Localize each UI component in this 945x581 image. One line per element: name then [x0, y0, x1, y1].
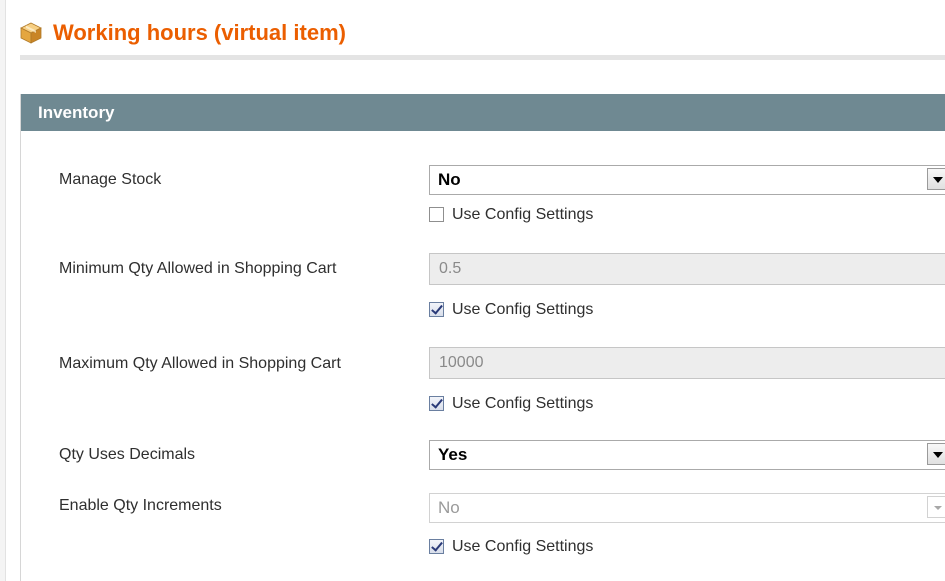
min-qty-input[interactable]: 0.5: [429, 253, 945, 285]
qty-increments-value: No: [438, 498, 460, 517]
max-qty-use-config-checkbox[interactable]: [429, 396, 444, 411]
max-qty-input[interactable]: 10000: [429, 347, 945, 379]
left-edge-border: [0, 0, 6, 581]
use-config-label: Use Config Settings: [452, 301, 594, 318]
manage-stock-value: No: [438, 170, 461, 189]
dropdown-arrow-icon[interactable]: [927, 443, 945, 465]
dropdown-arrow-icon: [927, 496, 945, 518]
use-config-label: Use Config Settings: [452, 538, 594, 555]
max-qty-label: Maximum Qty Allowed in Shopping Cart: [59, 355, 341, 372]
use-config-label: Use Config Settings: [452, 206, 594, 223]
page-title: Working hours (virtual item): [53, 20, 346, 45]
header-divider: [20, 55, 945, 60]
dropdown-arrow-icon[interactable]: [927, 168, 945, 190]
qty-decimals-label: Qty Uses Decimals: [59, 446, 196, 463]
manage-stock-use-config-checkbox[interactable]: [429, 207, 444, 222]
inventory-fieldset: Inventory Manage Stock No Use Config Set…: [20, 94, 945, 581]
page-header: Working hours (virtual item): [20, 14, 945, 59]
qty-increments-select[interactable]: No: [429, 493, 945, 523]
min-qty-label: Minimum Qty Allowed in Shopping Cart: [59, 260, 337, 277]
manage-stock-select[interactable]: No: [429, 165, 945, 195]
qty-increments-use-config-checkbox[interactable]: [429, 539, 444, 554]
package-box-icon: [20, 22, 42, 44]
qty-decimals-value: Yes: [438, 445, 468, 464]
manage-stock-label: Manage Stock: [59, 171, 162, 188]
qty-decimals-select[interactable]: Yes: [429, 440, 945, 470]
min-qty-use-config-checkbox[interactable]: [429, 302, 444, 317]
qty-increments-label: Enable Qty Increments: [59, 497, 222, 514]
fieldset-title: Inventory: [21, 94, 945, 131]
use-config-label: Use Config Settings: [452, 395, 594, 412]
